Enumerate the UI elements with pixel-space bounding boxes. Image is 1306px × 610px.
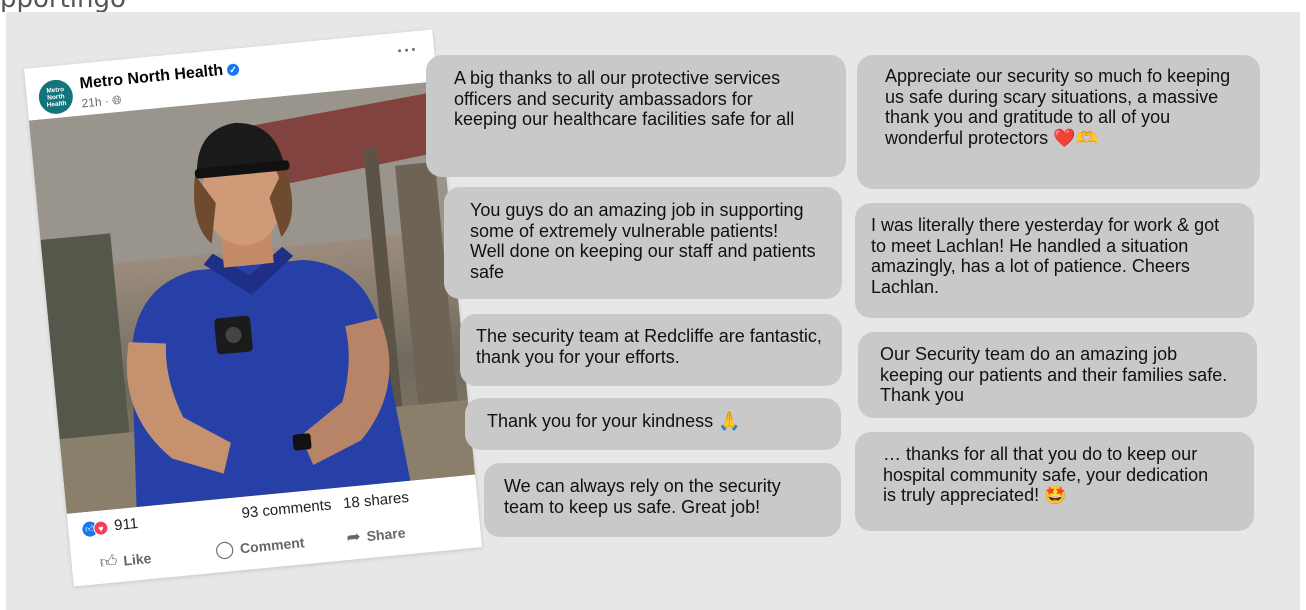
facebook-post-card: Metro North Health Metro North Health ✓ 2… bbox=[24, 29, 482, 587]
comment-text: We can always rely on the security team … bbox=[504, 476, 781, 517]
share-label: Share bbox=[365, 524, 407, 545]
comment-bubble: You guys do an amazing job in supporting… bbox=[444, 187, 842, 299]
comment-bubble: We can always rely on the security team … bbox=[484, 463, 841, 537]
shares-count[interactable]: 18 shares bbox=[342, 489, 409, 512]
comment-bubble: The security team at Redcliffe are fanta… bbox=[460, 314, 842, 386]
comment-bubble: … thanks for all that you do to keep our… bbox=[855, 432, 1254, 531]
comment-text: Our Security team do an amazing job keep… bbox=[880, 344, 1228, 405]
star-struck-icon: 🤩 bbox=[1044, 485, 1067, 506]
comment-icon: ◯ bbox=[214, 538, 235, 560]
post-photo[interactable] bbox=[29, 81, 475, 514]
post-time[interactable]: 21h · bbox=[81, 94, 110, 111]
like-button[interactable]: 👍︎ Like bbox=[99, 547, 153, 573]
comment-text: Thank you for your kindness bbox=[487, 411, 714, 431]
verified-icon: ✓ bbox=[226, 63, 240, 77]
comment-bubble: Our Security team do an amazing job keep… bbox=[858, 332, 1257, 418]
more-icon[interactable]: ··· bbox=[396, 39, 419, 62]
page-name-link[interactable]: Metro North Health ✓ bbox=[79, 60, 240, 93]
photo-illustration bbox=[29, 81, 475, 514]
heart-hands-icon: ❤️🫶 bbox=[1053, 127, 1098, 149]
post-meta: 21h · 🌐︎ bbox=[81, 93, 123, 112]
reaction-count[interactable]: 911 bbox=[113, 515, 138, 534]
page-name[interactable]: Metro North Health bbox=[79, 62, 224, 93]
comment-text: A big thanks to all our protective servi… bbox=[454, 68, 795, 129]
comment-text: The security team at Redcliffe are fanta… bbox=[476, 326, 822, 367]
comment-text: You guys do an amazing job in supporting… bbox=[470, 200, 816, 282]
globe-icon: 🌐︎ bbox=[111, 92, 123, 108]
comment-bubble: Thank you for your kindness 🙏 bbox=[465, 398, 841, 450]
page-avatar[interactable]: Metro North Health bbox=[37, 78, 75, 116]
comment-button[interactable]: ◯ Comment bbox=[214, 532, 305, 560]
comment-bubble: A big thanks to all our protective servi… bbox=[426, 55, 846, 177]
comment-bubble: Appreciate our security so much fo keepi… bbox=[857, 55, 1260, 189]
love-reaction-icon: ♥ bbox=[92, 519, 110, 537]
comment-bubble: I was literally there yesterday for work… bbox=[855, 203, 1254, 318]
like-icon: 👍︎ bbox=[98, 551, 119, 572]
like-label: Like bbox=[122, 549, 152, 569]
partial-title: pportingo bbox=[0, 0, 126, 12]
photo-watch bbox=[292, 433, 312, 451]
top-title-strip: pportingo bbox=[0, 0, 1306, 12]
share-button[interactable]: ➦ Share bbox=[346, 522, 407, 548]
reaction-icons[interactable]: 👍︎ ♥ bbox=[81, 519, 113, 539]
comments-count[interactable]: 93 comments bbox=[241, 496, 332, 522]
share-icon: ➦ bbox=[345, 526, 362, 548]
comment-label: Comment bbox=[239, 534, 306, 557]
comment-text: I was literally there yesterday for work… bbox=[871, 215, 1220, 297]
praying-hands-icon: 🙏 bbox=[718, 411, 741, 432]
